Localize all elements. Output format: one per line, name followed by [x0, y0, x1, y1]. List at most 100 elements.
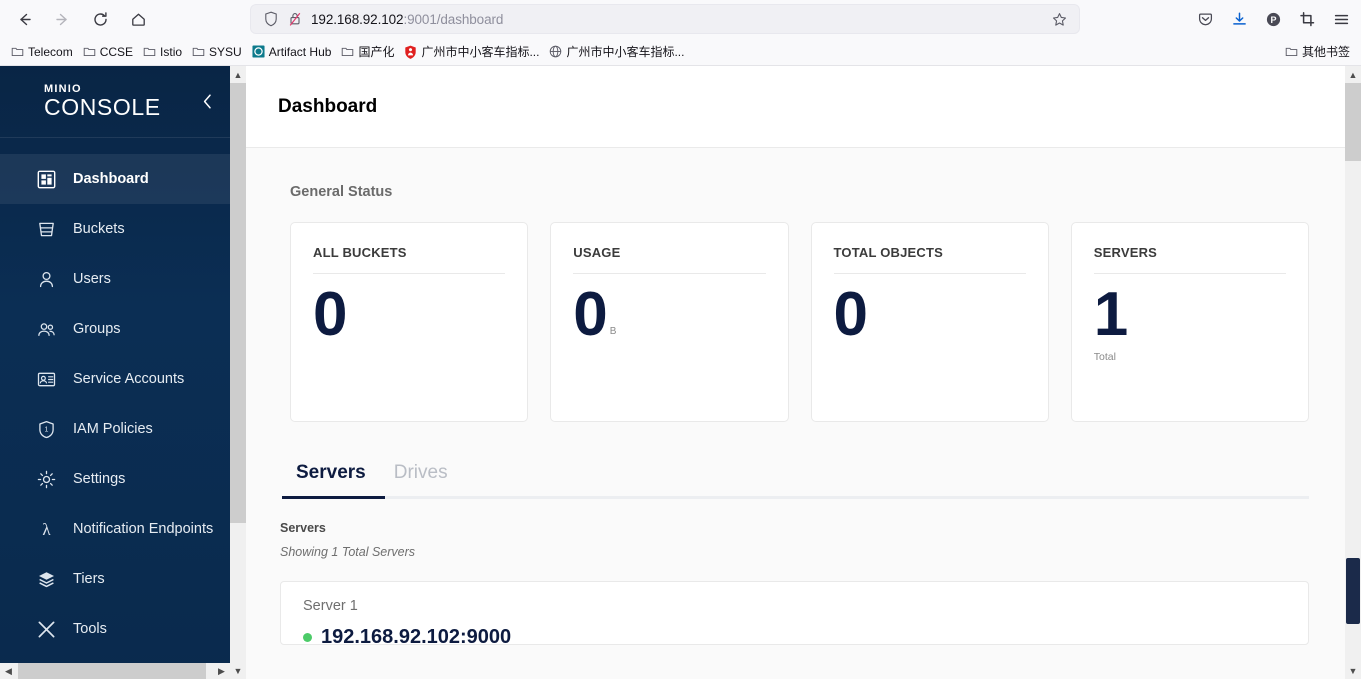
stat-card-servers[interactable]: SERVERS 1 Total: [1070, 222, 1309, 422]
page-scrollbar-track[interactable]: [1345, 83, 1361, 161]
chevron-left-icon: [203, 94, 211, 109]
stat-card-usage[interactable]: USAGE 0 B: [550, 222, 789, 422]
stat-card-total-objects[interactable]: TOTAL OBJECTS 0: [810, 222, 1049, 422]
screenshot-icon[interactable]: [1291, 4, 1323, 34]
page-scroll-up-icon[interactable]: ▲: [1345, 66, 1361, 83]
scroll-down-icon[interactable]: ▼: [230, 662, 246, 679]
sidebar-item-label: Tiers: [73, 570, 105, 587]
pocket-icon[interactable]: [1189, 4, 1221, 34]
bookmark-label: Artifact Hub: [268, 44, 332, 59]
bucket-icon: [36, 219, 56, 239]
bookmark-guochanhua[interactable]: 国产化: [336, 43, 399, 60]
sidebar-header: MINIO CONSOLE: [0, 66, 230, 138]
sidebar-item-users[interactable]: Users: [0, 254, 230, 304]
bookmark-other-bookmarks[interactable]: 其他书签: [1280, 43, 1355, 60]
navigation-buttons: [0, 4, 154, 34]
download-icon[interactable]: [1223, 4, 1255, 34]
card-title: SERVERS: [1093, 245, 1158, 260]
servers-count-text: Showing 1 Total Servers: [280, 545, 416, 559]
server-name: Server 1: [303, 598, 358, 614]
bookmark-label: 国产化: [358, 44, 395, 59]
sidebar-item-groups[interactable]: Groups: [0, 304, 230, 354]
bookmark-guangzhou-2[interactable]: 广州市中小客车指标...: [544, 43, 689, 60]
server-list-item[interactable]: Server 1 192.168.92.102:9000: [280, 581, 1309, 645]
logo-console-text: CONSOLE: [44, 94, 161, 120]
profile-icon[interactable]: P: [1257, 4, 1289, 34]
svg-text:1: 1: [44, 426, 48, 433]
general-status-label: General Status: [290, 184, 393, 200]
sidebar-item-label: Notification Endpoints: [73, 520, 214, 537]
page-scroll-down-icon[interactable]: ▼: [1345, 662, 1361, 679]
bookmark-label: Istio: [160, 44, 183, 59]
page-scrollbar[interactable]: ▲ ▼: [1345, 66, 1361, 679]
bookmark-guangzhou-1[interactable]: 广州市中小客车指标...: [399, 43, 544, 61]
browser-toolbar: 192.168.92.102:9001/dashboard P: [0, 0, 1361, 38]
sidebar-item-label: Settings: [73, 470, 126, 487]
shield-red-icon: [405, 45, 417, 59]
sidebar-item-iam-policies[interactable]: 1 IAM Policies: [0, 404, 230, 454]
url-bar[interactable]: 192.168.92.102:9001/dashboard: [250, 4, 1080, 34]
scroll-right-icon[interactable]: ▶: [213, 663, 230, 679]
forward-button[interactable]: [46, 4, 78, 34]
stat-cards-row: ALL BUCKETS 0 USAGE 0 B TOTAL OBJECTS 0 …: [246, 200, 1345, 422]
tab-list: Servers Drives: [282, 462, 1309, 496]
sidebar-item-settings[interactable]: Settings: [0, 454, 230, 504]
sidebar-item-label: Dashboard: [73, 170, 149, 187]
card-title: USAGE: [573, 245, 621, 260]
sidebar-item-tiers[interactable]: Tiers: [0, 554, 230, 604]
user-icon: [36, 269, 56, 289]
bookmark-sysu[interactable]: SYSU: [187, 43, 247, 60]
bookmark-label: CCSE: [99, 44, 134, 59]
sidebar-item-notification-endpoints[interactable]: λ Notification Endpoints: [0, 504, 230, 554]
page-scrollbar-thumb[interactable]: [1346, 558, 1360, 624]
reload-button[interactable]: [84, 4, 116, 34]
bookmark-telecom[interactable]: Telecom: [6, 43, 78, 60]
sidebar-item-tools[interactable]: Tools: [0, 604, 230, 654]
sidebar-item-label: Service Accounts: [73, 370, 185, 387]
lock-crossed-icon[interactable]: [283, 8, 307, 30]
sidebar-horizontal-scrollbar[interactable]: ◀ ▶: [0, 663, 230, 679]
stat-card-all-buckets[interactable]: ALL BUCKETS 0: [290, 222, 529, 422]
sidebar-item-service-accounts[interactable]: Service Accounts: [0, 354, 230, 404]
bookmark-artifact-hub[interactable]: Artifact Hub: [247, 43, 337, 60]
bookmark-ccse[interactable]: CCSE: [78, 43, 138, 60]
tab-servers[interactable]: Servers: [282, 462, 380, 496]
forward-arrow-icon: [55, 13, 67, 25]
card-value-row: 0: [313, 282, 505, 347]
back-button[interactable]: [8, 4, 40, 34]
shield-icon[interactable]: [259, 8, 283, 30]
bookmark-istio[interactable]: Istio: [138, 43, 187, 60]
sidebar-collapse-button[interactable]: [198, 91, 216, 113]
bookmark-label: 广州市中小客车指标...: [566, 44, 685, 59]
sidebar-item-dashboard[interactable]: Dashboard: [0, 154, 230, 204]
home-button[interactable]: [122, 4, 154, 34]
star-icon[interactable]: [1047, 12, 1071, 27]
home-icon: [131, 13, 145, 26]
server-address-row: 192.168.92.102:9000: [303, 626, 1286, 645]
gear-icon: [36, 469, 56, 489]
card-value: 0: [573, 280, 607, 349]
content-body: General Status ALL BUCKETS 0 USAGE 0 B T…: [246, 148, 1345, 679]
card-divider: [313, 273, 506, 274]
card-unit: B: [609, 326, 617, 338]
back-arrow-icon: [19, 13, 31, 25]
horizontal-scrollbar-thumb[interactable]: [18, 663, 206, 679]
scroll-left-icon[interactable]: ◀: [0, 663, 17, 679]
server-status-dot: [303, 633, 312, 642]
sidebar-scrollbar-thumb[interactable]: [230, 83, 246, 523]
minio-console-logo: MINIO CONSOLE: [44, 84, 161, 119]
scroll-up-icon[interactable]: ▲: [230, 66, 246, 83]
bookmark-label: 其他书签: [1301, 44, 1350, 59]
sidebar-item-buckets[interactable]: Buckets: [0, 204, 230, 254]
menu-icon[interactable]: [1325, 4, 1357, 34]
reload-icon: [93, 11, 107, 26]
sidebar-item-label: Groups: [73, 320, 121, 337]
shield-icon: 1: [36, 419, 56, 439]
tabs-section: Servers Drives: [246, 422, 1345, 499]
server-address: 192.168.92.102:9000: [321, 626, 512, 645]
tab-drives[interactable]: Drives: [380, 462, 462, 496]
svg-text:P: P: [1270, 15, 1276, 25]
id-card-icon: [36, 369, 56, 389]
sidebar-scrollbar[interactable]: ▲ ▼: [230, 66, 246, 679]
card-divider: [573, 273, 766, 274]
